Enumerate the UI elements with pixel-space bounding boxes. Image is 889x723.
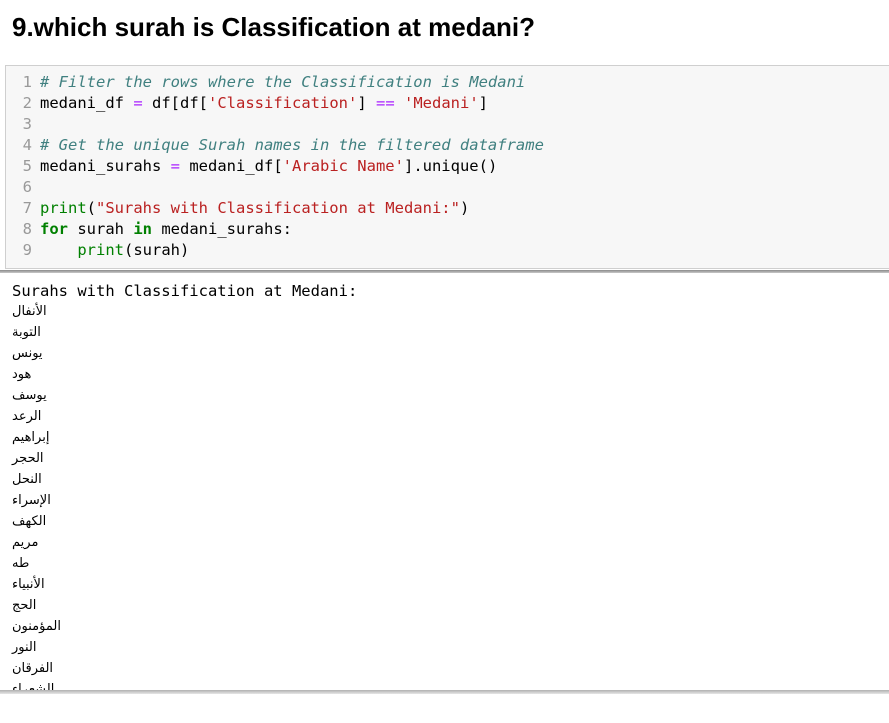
code-line[interactable]: 1 # Filter the rows where the Classificat… [6, 72, 526, 93]
code-cell-editor[interactable]: 1 # Filter the rows where the Classificat… [5, 65, 889, 269]
line-number: 7 [22, 199, 32, 217]
surah-output-item: يوسف [12, 388, 47, 403]
code-line[interactable]: 5 medani_surahs = medani_df['Arabic Name'… [6, 156, 498, 177]
code-line[interactable]: 7 print("Surahs with Classification at Me… [6, 198, 470, 219]
code-token: medani_surahs [40, 157, 171, 175]
surah-output-item: الفرقان [12, 661, 54, 676]
code-token: for [40, 220, 68, 238]
code-line[interactable]: 4 # Get the unique Surah names in the fil… [6, 135, 544, 156]
line-number: 6 [22, 178, 32, 196]
code-token: 'Medani' [404, 94, 479, 112]
code-token: (surah) [124, 241, 190, 259]
surah-output-item: هود [12, 367, 32, 382]
code-token: 'Classification' [208, 94, 358, 112]
code-token: df[df[ [142, 94, 208, 112]
code-token: # Filter the rows where the Classificati… [40, 73, 526, 91]
code-token: ( [86, 199, 97, 217]
code-token: = [170, 157, 180, 175]
code-token: print [77, 241, 124, 259]
code-token: 'Arabic Name' [282, 157, 404, 175]
line-number: 1 [22, 73, 32, 91]
surah-output-item: الرعد [12, 409, 42, 424]
line-number: 3 [22, 115, 32, 133]
code-token: = [133, 94, 143, 112]
code-line[interactable]: 2 medani_df = df[df['Classification'] == … [6, 93, 488, 114]
code-token: ) [459, 199, 470, 217]
code-line[interactable]: 9 print(surah) [6, 240, 190, 261]
line-number: 9 [22, 241, 32, 259]
page-title: 9.which surah is Classification at medan… [12, 12, 536, 42]
line-number: 5 [22, 157, 32, 175]
code-line[interactable]: 6 [6, 177, 40, 198]
code-token: "Surahs with Classification at Medani:" [96, 199, 460, 217]
line-number: 8 [22, 220, 32, 238]
line-number: 4 [22, 136, 32, 154]
line-number: 2 [22, 94, 32, 112]
output-area: Surahs with Classification at Medani: ال… [0, 273, 889, 691]
code-token: medani_surahs: [152, 220, 292, 238]
surah-output-item: طه [12, 556, 30, 571]
code-token: # Get the unique Surah names in the filt… [40, 136, 544, 154]
code-token: ] [478, 94, 488, 112]
surah-output-item: النحل [12, 472, 42, 487]
surah-output-item: الحج [12, 598, 37, 613]
surah-output-item: النور [12, 640, 37, 655]
code-line[interactable]: 8 for surah in medani_surahs: [6, 219, 292, 240]
surah-output-item: الحجر [12, 451, 44, 466]
surah-output-list: الأنفال التوبة يونس هود يوسف الرعد إبراهيم الحج… [12, 301, 61, 691]
surah-output-item: التوبة [12, 325, 41, 340]
code-line[interactable]: 3 [6, 114, 40, 135]
code-token: medani_df [40, 94, 134, 112]
surah-output-item: إبراهيم [12, 430, 50, 445]
code-token: == [375, 94, 395, 112]
code-token: in [133, 220, 152, 238]
surah-output-item: الأنبياء [12, 577, 45, 592]
surah-output-item: الأنفال [12, 304, 47, 319]
output-header: Surahs with Classification at Medani: [12, 282, 358, 300]
surah-output-item: الكهف [12, 514, 47, 529]
code-token: ].unique() [403, 157, 498, 175]
surah-output-item: يونس [12, 346, 43, 361]
bottom-scroll-edge [0, 690, 889, 694]
code-token: ] [357, 94, 376, 112]
code-token: print [40, 199, 87, 217]
surah-output-item: الإسراء [12, 493, 51, 508]
code-token: surah [68, 220, 134, 238]
surah-output-item: المؤمنون [12, 619, 61, 634]
surah-output-item: مريم [12, 535, 39, 550]
code-token: medani_df[ [180, 157, 283, 175]
